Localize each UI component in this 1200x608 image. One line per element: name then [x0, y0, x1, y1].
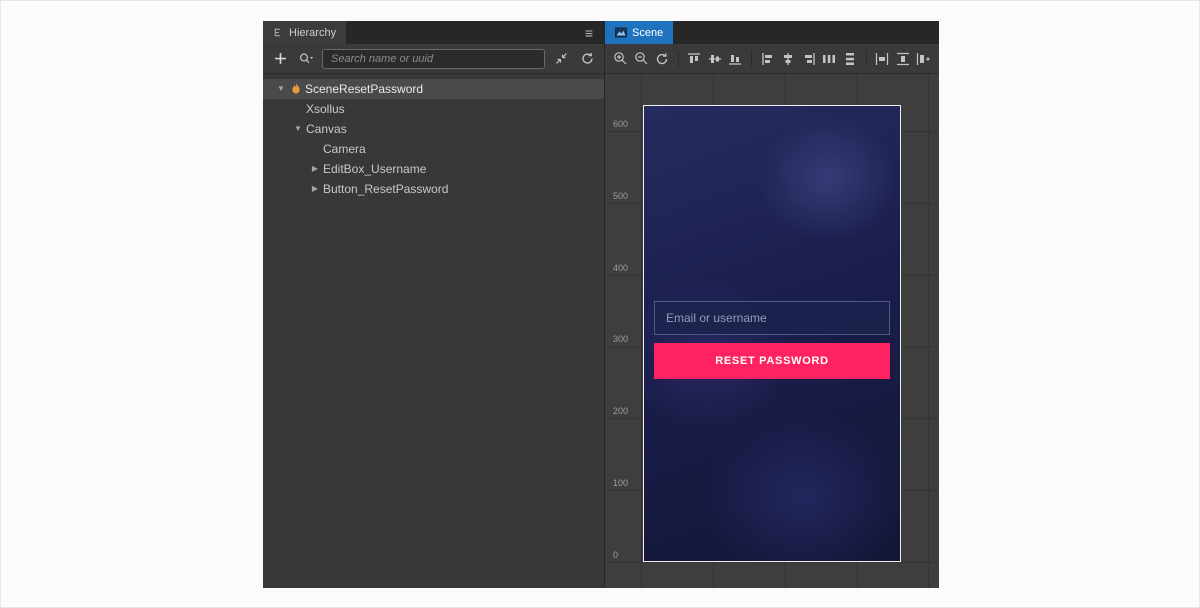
align-right-icon[interactable] — [800, 49, 818, 69]
editor-window: Hierarchy ≡ — [263, 21, 939, 588]
editbox-placeholder-text: Email or username — [666, 311, 767, 325]
tree-item-label: Canvas — [306, 122, 347, 136]
scene-toolbar — [605, 44, 939, 74]
align-vertical-center-icon[interactable] — [706, 49, 724, 69]
toolbar-divider — [751, 51, 752, 67]
desktop-background: Hierarchy ≡ — [0, 0, 1200, 608]
toolbar-divider — [678, 51, 679, 67]
scene-asset-icon — [289, 83, 303, 95]
tree-item-EditBox_Username[interactable]: ▶ EditBox_Username — [263, 159, 604, 179]
tree-item-SceneResetPassword[interactable]: ▼ SceneResetPassword — [263, 79, 604, 99]
ruler-label-300: 300 — [613, 334, 628, 344]
scene-tabbar: Scene — [605, 21, 939, 44]
align-left-icon[interactable] — [759, 49, 777, 69]
ruler-label-500: 500 — [613, 191, 628, 201]
distribute-vertical-icon[interactable] — [841, 49, 859, 69]
reset-view-icon[interactable] — [653, 49, 671, 69]
ruler-label-0: 0 — [613, 550, 618, 560]
tree-item-label: Camera — [323, 142, 366, 156]
reset-password-button-node[interactable]: RESET PASSWORD — [654, 343, 890, 379]
tree-item-Xsollus[interactable]: Xsollus — [263, 99, 604, 119]
collapse-all-icon[interactable] — [551, 49, 571, 69]
tab-scene-label: Scene — [632, 27, 663, 39]
hierarchy-panel: Hierarchy ≡ — [263, 21, 605, 588]
tab-hierarchy[interactable]: Hierarchy — [263, 21, 346, 44]
tab-scene[interactable]: Scene — [605, 21, 673, 44]
tree-item-label: EditBox_Username — [323, 162, 426, 176]
reset-password-button-label: RESET PASSWORD — [715, 355, 829, 367]
hierarchy-tree: ▼ SceneResetPassword Xsollus ▼ Canvas Ca… — [263, 74, 604, 588]
ruler-label-600: 600 — [613, 119, 628, 129]
tab-hierarchy-label: Hierarchy — [289, 27, 336, 39]
design-canvas[interactable]: Email or username RESET PASSWORD — [643, 105, 901, 562]
tree-item-label: SceneResetPassword — [305, 82, 423, 96]
align-top-icon[interactable] — [686, 49, 704, 69]
distribute-horizontal-icon[interactable] — [821, 49, 839, 69]
scene-viewport[interactable]: 600 500 400 300 200 100 0 Email or username RE… — [605, 74, 939, 588]
zoom-out-icon[interactable] — [633, 49, 651, 69]
hierarchy-icon — [273, 27, 284, 38]
stretch-horizontal-icon[interactable] — [874, 49, 892, 69]
expander-icon[interactable]: ▶ — [307, 179, 323, 199]
hierarchy-tabbar: Hierarchy ≡ — [263, 21, 604, 44]
ruler-label-400: 400 — [613, 263, 628, 273]
expander-icon[interactable]: ▼ — [273, 79, 289, 99]
expander-icon[interactable]: ▶ — [307, 159, 323, 179]
toolbar-divider — [866, 51, 867, 67]
expander-icon[interactable]: ▼ — [290, 119, 306, 139]
ruler-label-200: 200 — [613, 406, 628, 416]
zoom-in-icon[interactable] — [612, 49, 630, 69]
resize-canvas-icon[interactable] — [915, 49, 933, 69]
refresh-icon[interactable] — [577, 49, 597, 69]
tree-item-Button_ResetPassword[interactable]: ▶ Button_ResetPassword — [263, 179, 604, 199]
search-input[interactable] — [322, 49, 545, 69]
align-horizontal-center-icon[interactable] — [780, 49, 798, 69]
hierarchy-toolbar — [263, 44, 604, 74]
tree-item-Canvas[interactable]: ▼ Canvas — [263, 119, 604, 139]
panel-menu-icon[interactable]: ≡ — [574, 21, 604, 44]
add-node-button[interactable] — [270, 49, 290, 69]
stretch-vertical-icon[interactable] — [894, 49, 912, 69]
ruler-label-100: 100 — [613, 478, 628, 488]
scene-panel: Scene — [605, 21, 939, 588]
search-filter-button[interactable] — [296, 49, 316, 69]
align-bottom-icon[interactable] — [727, 49, 745, 69]
tree-item-label: Xsollus — [306, 102, 345, 116]
scene-icon — [615, 27, 627, 38]
tree-item-Camera[interactable]: Camera — [263, 139, 604, 159]
tree-item-label: Button_ResetPassword — [323, 182, 448, 196]
editbox-username-node[interactable]: Email or username — [654, 301, 890, 335]
